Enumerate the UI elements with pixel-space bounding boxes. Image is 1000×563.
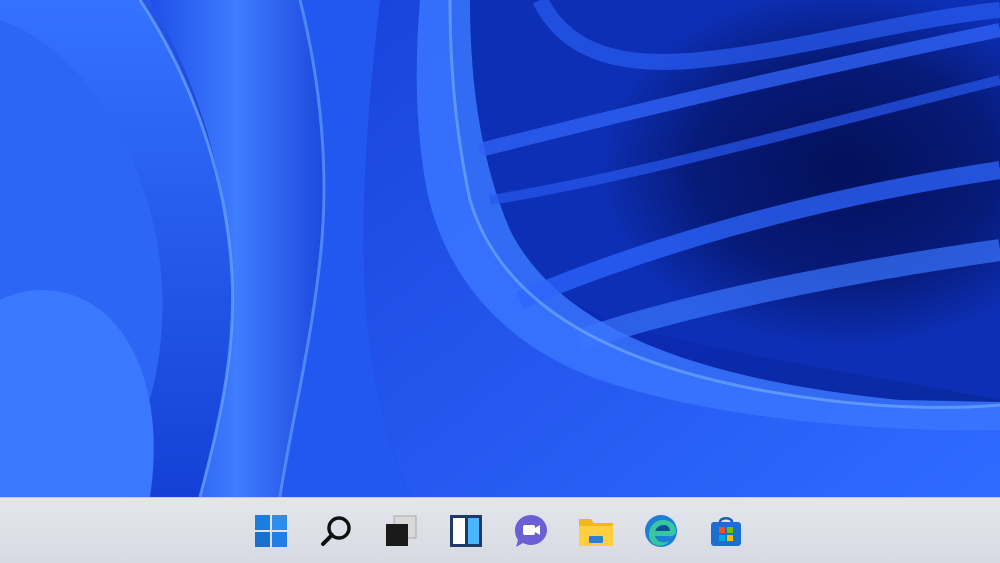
- windows-logo-icon: [255, 515, 287, 547]
- folder-icon: [579, 519, 613, 546]
- edge-icon: [645, 515, 677, 547]
- desktop-wallpaper: [0, 0, 1000, 497]
- bloom-wallpaper-art: [0, 0, 1000, 497]
- widgets-button[interactable]: [443, 508, 489, 554]
- microsoft-store-button[interactable]: [703, 508, 749, 554]
- teams-chat-button[interactable]: [508, 508, 554, 554]
- widgets-icon: [450, 515, 482, 547]
- task-view-icon: [386, 515, 417, 546]
- taskbar: [0, 497, 1000, 563]
- task-view-button[interactable]: [378, 508, 424, 554]
- teams-chat-icon: [515, 515, 547, 547]
- edge-button[interactable]: [638, 508, 684, 554]
- search-button[interactable]: [313, 508, 359, 554]
- search-icon: [321, 516, 351, 546]
- file-explorer-button[interactable]: [573, 508, 619, 554]
- start-button[interactable]: [248, 508, 294, 554]
- store-icon: [711, 517, 741, 546]
- taskbar-icons: [248, 508, 749, 554]
